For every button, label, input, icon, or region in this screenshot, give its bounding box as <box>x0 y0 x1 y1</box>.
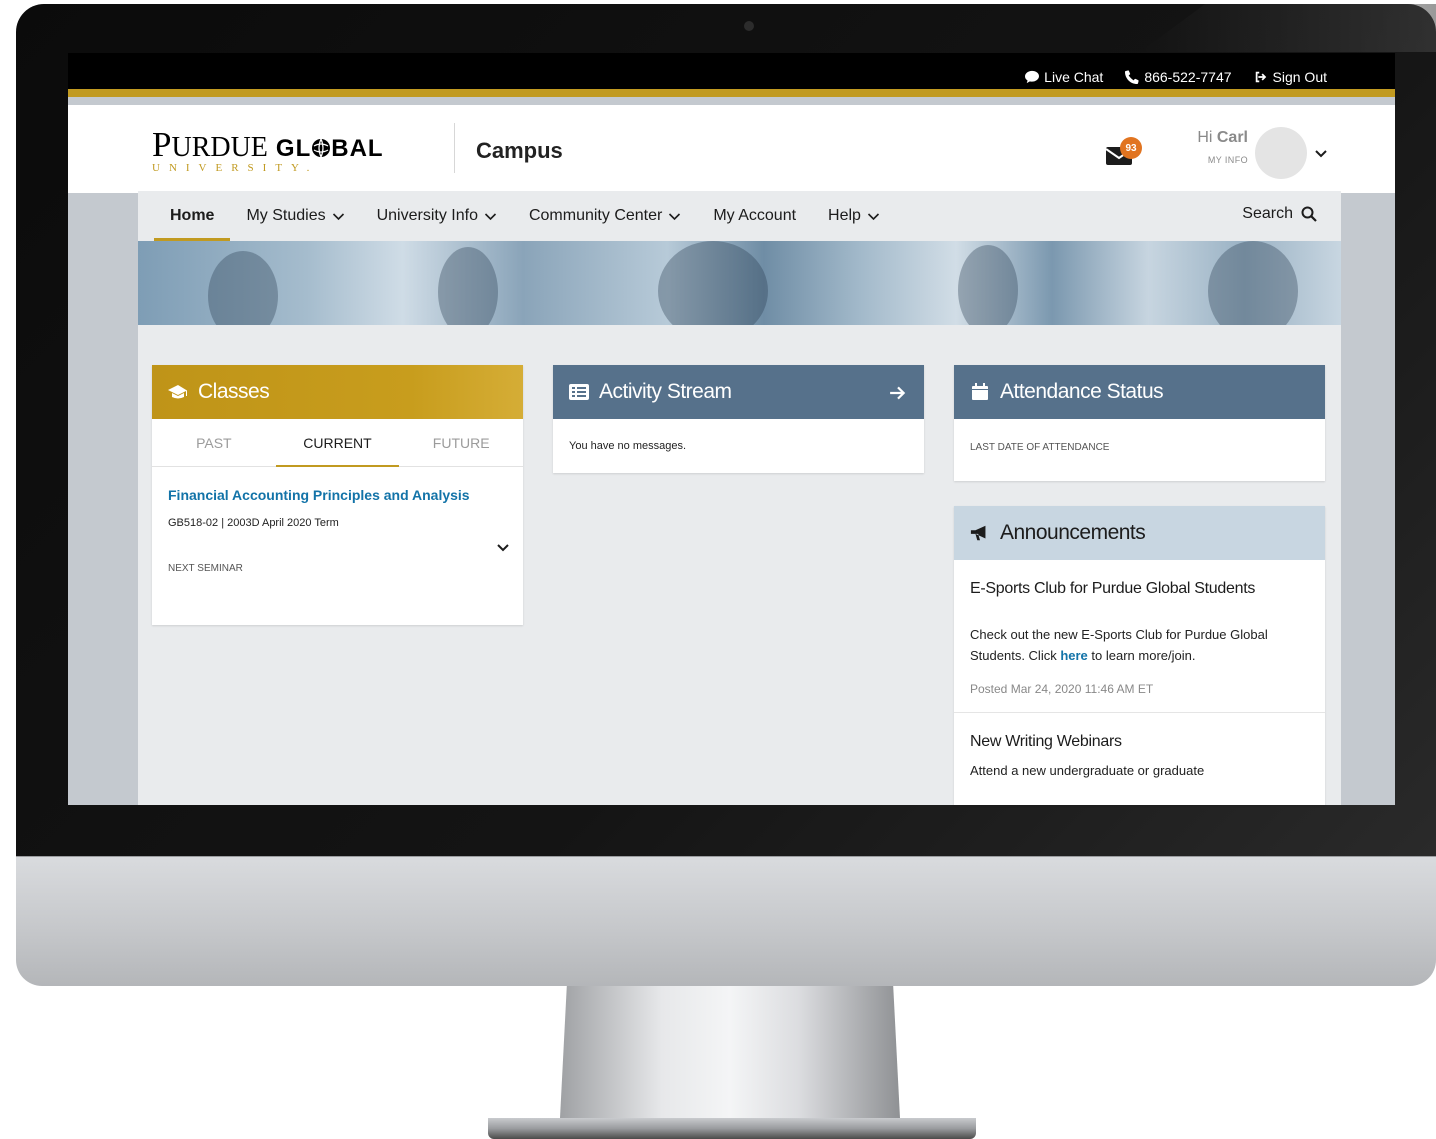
tab-future[interactable]: FUTURE <box>399 419 523 466</box>
search-label: Search <box>1242 205 1293 222</box>
avatar[interactable] <box>1255 127 1307 179</box>
activity-stream-card: Activity Stream You have no messages. <box>553 365 924 473</box>
mail-count-badge: 93 <box>1120 137 1142 159</box>
nav-item-help[interactable]: Help <box>812 191 896 241</box>
monitor-stand-base <box>488 1118 976 1139</box>
chevron-down-icon <box>867 212 880 220</box>
tab-current[interactable]: CURRENT <box>275 419 400 467</box>
activity-empty-message: You have no messages. <box>569 440 687 452</box>
chevron-down-icon <box>484 212 497 220</box>
nav-item-label: Help <box>828 207 861 224</box>
phone-number: 866-522-7747 <box>1144 69 1232 85</box>
class-tabs: PAST CURRENT FUTURE <box>152 419 523 467</box>
sign-out-label: Sign Out <box>1272 69 1327 85</box>
header-divider <box>454 123 455 173</box>
greeting-line: Hi Carl <box>1178 129 1248 147</box>
sign-out-icon <box>1255 71 1266 83</box>
announcement-body: Attend a new undergraduate or graduate <box>970 763 1205 778</box>
course-title-link[interactable]: Financial Accounting Principles and Anal… <box>168 487 470 503</box>
announcement-item: New Writing Webinars Attend a new underg… <box>954 733 1325 778</box>
my-info-link[interactable]: MY INFO <box>1178 155 1248 165</box>
next-seminar-label: NEXT SEMINAR <box>168 563 243 574</box>
monitor-stand-neck <box>560 986 900 1118</box>
hero-photo-figure <box>208 251 278 325</box>
chevron-down-icon[interactable] <box>496 543 510 553</box>
announcement-title: New Writing Webinars <box>970 733 1122 750</box>
user-first-name: Carl <box>1216 129 1248 146</box>
purdue-global-logo[interactable]: PURDUE GL BAL UNIVERSITY. <box>152 125 384 174</box>
attendance-status-card: Attendance Status LAST DATE OF ATTENDANC… <box>954 365 1325 481</box>
nav-item-label: My Studies <box>246 207 326 224</box>
nav-item-label: University Info <box>376 207 478 224</box>
greeting-hi: Hi <box>1197 129 1213 146</box>
classes-card-header: Classes <box>152 365 523 419</box>
site-header: PURDUE GL BAL UNIVERSITY. Campus 93 Hi Ca… <box>68 105 1395 193</box>
graduation-cap-icon <box>168 385 187 399</box>
announcement-body: Check out the new E-Sports Club for Purd… <box>970 624 1309 666</box>
announcement-posted-date: Posted Mar 24, 2020 11:46 AM ET <box>970 682 1154 696</box>
sign-out-link[interactable]: Sign Out <box>1254 69 1327 85</box>
nav-items: Home My Studies University Info Community C… <box>154 191 896 241</box>
attendance-status-header: Attendance Status <box>954 365 1325 419</box>
chat-bubble-icon <box>1025 70 1040 84</box>
chevron-down-icon <box>332 212 344 220</box>
list-icon <box>569 384 589 400</box>
monitor-chin <box>16 856 1436 986</box>
logo-purdue-text: PURDUE <box>152 125 268 165</box>
announcement-title: E-Sports Club for Purdue Global Students <box>970 580 1256 597</box>
hero-banner <box>138 241 1341 325</box>
logo-purdue-initial: P <box>152 125 172 164</box>
nav-item-community-center[interactable]: Community Center <box>513 191 697 241</box>
classes-card: Classes PAST CURRENT FUTURE Financial Ac… <box>152 365 523 625</box>
tab-past[interactable]: PAST <box>152 419 276 466</box>
search-icon <box>1301 206 1317 222</box>
nav-item-my-studies[interactable]: My Studies <box>230 191 360 241</box>
phone-link[interactable]: 866-522-7747 <box>1125 69 1232 85</box>
logo-university-text: UNIVERSITY. <box>152 162 319 174</box>
hero-photo-figure <box>1208 241 1298 325</box>
announcements-card: Announcements E-Sports Club for Purdue G… <box>954 506 1325 805</box>
classes-title: Classes <box>198 380 270 403</box>
nav-item-my-account[interactable]: My Account <box>697 191 812 241</box>
arrow-right-icon[interactable] <box>888 384 908 402</box>
calendar-icon <box>972 383 988 400</box>
hero-photo-figure <box>958 245 1018 325</box>
chevron-down-icon <box>669 212 681 220</box>
activity-stream-header: Activity Stream <box>553 365 924 419</box>
nav-item-label: My Account <box>713 207 797 224</box>
announcement-divider <box>954 712 1325 713</box>
utility-links: Live Chat 866-522-7747 Sign Out <box>1025 69 1327 85</box>
live-chat-link[interactable]: Live Chat <box>1025 69 1103 85</box>
nav-item-label: Home <box>170 207 215 224</box>
hero-photo-figure <box>658 241 768 325</box>
nav-item-label: Community Center <box>528 207 663 224</box>
last-date-of-attendance-label: LAST DATE OF ATTENDANCE <box>970 442 1110 453</box>
hero-photo-figure <box>438 247 498 325</box>
announcement-here-link[interactable]: here <box>1060 648 1087 663</box>
announcements-title: Announcements <box>1000 521 1146 544</box>
live-chat-label: Live Chat <box>1044 69 1104 85</box>
logo-purdue-rest: URDUE <box>171 132 268 163</box>
top-utility-bar: Live Chat 866-522-7747 Sign Out <box>68 53 1395 97</box>
attendance-status-title: Attendance Status <box>1000 380 1164 403</box>
search-button[interactable]: Search <box>1242 205 1317 223</box>
announcement-body-text: to learn more/join. <box>1087 648 1196 663</box>
activity-stream-title: Activity Stream <box>599 380 732 403</box>
user-greeting[interactable]: Hi Carl MY INFO <box>1178 129 1248 165</box>
megaphone-icon <box>970 525 986 541</box>
phone-icon <box>1125 70 1139 84</box>
course-meta: GB518-02 | 2003D April 2020 Term <box>168 517 339 529</box>
globe-icon <box>312 138 331 158</box>
announcement-item: E-Sports Club for Purdue Global Students… <box>954 580 1325 696</box>
camera-dot <box>744 21 754 31</box>
logo-global-text: GL BAL <box>275 135 384 162</box>
announcements-header: Announcements <box>954 506 1325 560</box>
main-nav: Home My Studies University Info Community C… <box>138 191 1341 241</box>
nav-item-home[interactable]: Home <box>154 191 231 241</box>
campus-title: Campus <box>476 138 563 163</box>
chevron-down-icon[interactable] <box>1314 147 1328 161</box>
nav-item-university-info[interactable]: University Info <box>361 191 513 241</box>
